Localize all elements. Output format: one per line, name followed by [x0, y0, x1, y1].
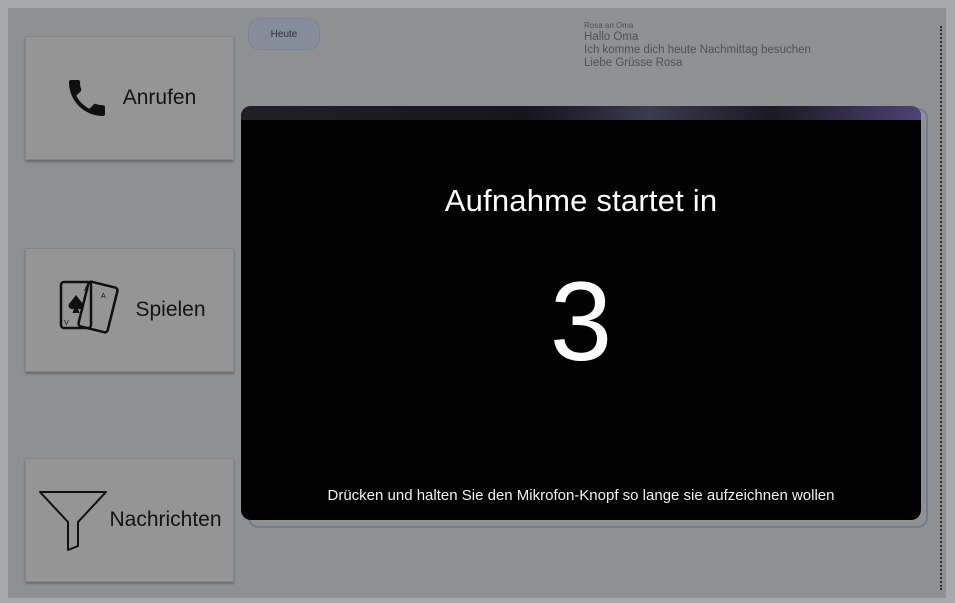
filter-icon	[37, 488, 109, 552]
playing-cards-icon: A V A	[53, 274, 123, 346]
messages-button-label: Nachrichten	[109, 508, 222, 531]
dialog-title: Aufnahme startet in	[444, 183, 718, 218]
message-sender: Rosa an Oma	[584, 21, 634, 30]
svg-text:A: A	[84, 286, 89, 293]
dialog-top-glow	[241, 106, 921, 120]
recording-countdown-dialog: Aufnahme startet in 3 Drücken und halten…	[241, 106, 921, 520]
call-button[interactable]: Anrufen	[25, 36, 234, 160]
games-button-label: Spielen	[135, 298, 206, 321]
phone-icon	[63, 74, 111, 122]
scrollbar-track[interactable]	[940, 26, 942, 590]
message-line: Liebe Grüsse Rosa	[584, 57, 683, 69]
message-line: Hallo Oma	[584, 31, 639, 43]
svg-text:V: V	[64, 320, 69, 327]
message-preview: Rosa an Oma Hallo Oma Ich komme dich heu…	[584, 21, 924, 70]
countdown-number: 3	[549, 259, 613, 384]
messages-button[interactable]: Nachrichten	[25, 458, 234, 582]
svg-text:A: A	[101, 293, 106, 300]
message-line: Ich komme dich heute Nachmittag besuchen	[584, 44, 811, 56]
call-button-label: Anrufen	[122, 86, 197, 109]
date-chip: Heute	[248, 18, 320, 50]
games-button[interactable]: A V A Spielen	[25, 248, 234, 372]
dialog-hint: Drücken und halten Sie den Mikrofon-Knop…	[327, 487, 835, 504]
date-chip-label: Heute	[270, 28, 298, 40]
